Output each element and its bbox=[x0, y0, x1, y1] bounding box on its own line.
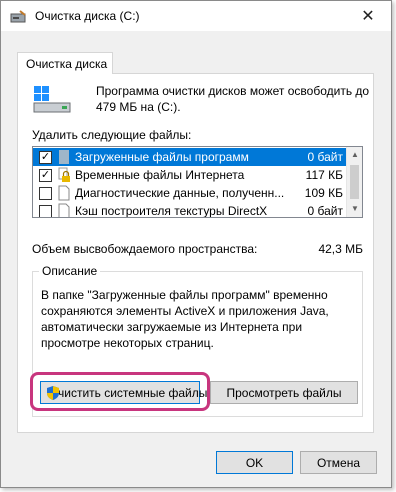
list-item[interactable]: Кэш построителя текстуры DirectX 0 байт bbox=[33, 202, 347, 218]
scroll-down-arrow-icon[interactable]: ▼ bbox=[347, 201, 362, 217]
list-item[interactable]: ✓ Загруженные файлы программ 0 байт bbox=[33, 148, 347, 166]
disk-cleanup-window: Очистка диска (C:) ✕ Очистка диска Прогр… bbox=[0, 0, 392, 488]
scroll-up-arrow-icon[interactable]: ▲ bbox=[347, 147, 362, 163]
ok-button[interactable]: OK bbox=[216, 451, 293, 474]
info-text: Программа очистки дисков может освободит… bbox=[96, 84, 370, 114]
checkbox[interactable] bbox=[39, 187, 52, 200]
space-label: Объем высвобождаемого пространства: bbox=[32, 242, 258, 256]
file-size: 109 КБ bbox=[304, 186, 343, 200]
checkbox[interactable] bbox=[39, 205, 52, 217]
description-text: В папке "Загруженные файлы программ" вре… bbox=[41, 288, 329, 350]
window-title: Очистка диска (C:) bbox=[35, 9, 140, 23]
checkbox[interactable]: ✓ bbox=[39, 151, 52, 164]
file-list[interactable]: ✓ Загруженные файлы программ 0 байт ✓ Вр… bbox=[32, 146, 363, 218]
scrollbar[interactable]: ▲ ▼ bbox=[346, 147, 362, 217]
file-name: Временные файлы Интернета bbox=[75, 168, 245, 182]
scrollbar-thumb[interactable] bbox=[350, 165, 359, 199]
disk-cleanup-icon bbox=[10, 10, 26, 23]
file-size: 0 байт bbox=[307, 150, 343, 164]
lock-icon bbox=[58, 167, 70, 182]
file-icon bbox=[58, 203, 70, 217]
tab-disk-cleanup[interactable]: Очистка диска bbox=[17, 52, 113, 74]
title-bar[interactable]: Очистка диска (C:) ✕ bbox=[1, 1, 391, 31]
space-value: 42,3 МБ bbox=[318, 242, 363, 256]
file-size: 0 байт bbox=[307, 204, 343, 218]
file-name: Диагностические данные, полученн... bbox=[75, 186, 285, 200]
file-name: Загруженные файлы программ bbox=[75, 150, 249, 164]
tab-panel: Программа очистки дисков может освободит… bbox=[17, 73, 374, 433]
description-title: Описание bbox=[39, 264, 101, 278]
close-icon: ✕ bbox=[361, 8, 375, 25]
cancel-button[interactable]: Отмена bbox=[300, 451, 377, 474]
shield-icon bbox=[47, 386, 59, 400]
checkbox[interactable]: ✓ bbox=[39, 169, 52, 182]
folder-icon bbox=[59, 150, 69, 164]
view-files-button[interactable]: Просмотреть файлы bbox=[210, 381, 358, 404]
clean-system-files-button[interactable]: Очистить системные файлы bbox=[40, 381, 207, 404]
file-name: Кэш построителя текстуры DirectX bbox=[75, 204, 268, 218]
delete-files-label: Удалить следующие файлы: bbox=[32, 128, 192, 142]
file-size: 117 КБ bbox=[305, 168, 343, 182]
drive-icon bbox=[33, 86, 71, 113]
file-icon bbox=[58, 185, 70, 201]
list-item[interactable]: ✓ Временные файлы Интернета 117 КБ bbox=[33, 166, 347, 184]
close-button[interactable]: ✕ bbox=[345, 1, 391, 31]
clean-system-files-label: Очистить системные файлы bbox=[48, 385, 208, 400]
list-item[interactable]: Диагностические данные, полученн... 109 … bbox=[33, 184, 347, 202]
